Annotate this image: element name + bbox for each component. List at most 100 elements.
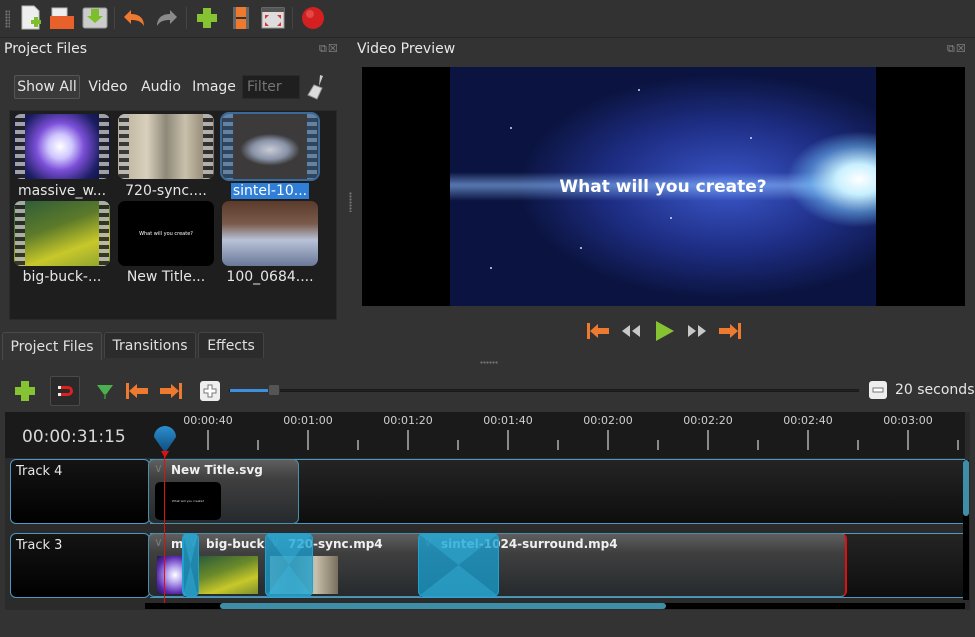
ruler-minor-tick [557,440,559,450]
clear-filter-button[interactable] [306,74,328,104]
jump-start-icon [587,323,609,339]
zoom-in-button[interactable] [200,381,220,401]
project-files-dock-buttons[interactable]: ⧉☒ [319,42,339,56]
file-label[interactable]: 720-sync.... [114,183,218,199]
ruler-major-tick [807,430,809,450]
clip-thumbnail [198,556,258,594]
ruler-minor-tick [957,440,959,450]
clip-menu-icon[interactable]: ∨ [154,461,163,475]
profile-button[interactable] [228,5,254,31]
ruler-label: 00:00:40 [183,414,233,427]
undo-button[interactable] [121,5,147,31]
redo-button[interactable] [154,5,180,31]
new-file-icon [21,5,41,30]
new-project-button[interactable] [18,5,44,31]
file-label[interactable]: massive_w... [10,183,114,199]
undo-icon [124,10,144,26]
track-name: Track 4 [16,464,63,479]
transition[interactable] [182,533,199,597]
ruler-minor-tick [357,440,359,450]
fullscreen-button[interactable] [260,5,286,31]
add-track-button[interactable] [12,378,38,404]
clip-menu-icon[interactable]: ∨ [154,535,163,549]
jump-end-button[interactable] [716,318,744,344]
tab-project-files[interactable]: Project Files [2,332,102,360]
import-files-button[interactable] [194,5,220,31]
playhead-handle[interactable] [153,425,177,463]
timeline-clip[interactable]: ∨ New Title.svg What will you create? [148,459,299,524]
ruler-major-tick [307,430,309,450]
previous-marker-button[interactable] [124,378,150,404]
filter-input[interactable] [242,75,300,99]
folder-open-icon [50,7,74,29]
horizontal-splitter[interactable] [480,361,498,364]
tab-effects[interactable]: Effects [198,332,264,358]
project-files-grid: massive_w... 720-sync.... sintel-10... b… [9,110,337,320]
jump-start-button[interactable] [584,318,612,344]
ruler-minor-tick [857,440,859,450]
ruler-major-tick [507,430,509,450]
video-preview-canvas[interactable]: What will you create? [362,67,965,306]
marker-icon [97,385,113,399]
filter-show-all-button[interactable]: Show All [14,75,80,99]
ruler-major-tick [907,430,909,450]
fast-forward-icon [688,325,706,337]
main-toolbar [0,0,975,38]
ruler-major-tick [707,430,709,450]
ruler-label: 00:01:40 [483,414,533,427]
export-video-button[interactable] [300,5,326,31]
toolbar-grip[interactable] [5,10,10,28]
file-label[interactable]: New Title... [114,269,218,285]
track-header[interactable]: Track 4 [10,459,150,524]
zoom-out-icon [872,387,884,393]
tab-transitions[interactable]: Transitions [104,332,196,358]
file-thumbnail[interactable] [14,201,110,266]
ruler-minor-tick [657,440,659,450]
file-thumbnail[interactable] [118,114,214,179]
ruler-label: 00:02:00 [583,414,633,427]
next-marker-button[interactable] [158,378,184,404]
play-button[interactable] [650,318,678,344]
filter-audio-button[interactable]: Audio [138,75,184,99]
openshot-window: Project Files ⧉☒ Show All Video Audio Im… [0,0,975,637]
panel-splitter[interactable] [349,192,352,212]
zoom-out-button[interactable] [869,381,887,399]
ruler-minor-tick [757,440,759,450]
file-thumbnail[interactable] [222,201,318,266]
ruler-minor-tick [257,440,259,450]
zoom-in-icon [203,384,217,398]
toolbar-separator [292,7,293,29]
file-label-selected[interactable]: sintel-10... [218,183,322,199]
zoom-slider-handle[interactable] [268,384,281,396]
file-thumbnail[interactable]: What will you create? [118,201,214,266]
fullscreen-icon [261,7,285,29]
playhead-line [164,452,165,607]
horizontal-scrollbar-thumb[interactable] [220,603,666,609]
snapping-toggle[interactable] [50,376,80,406]
jump-end-icon [719,323,741,339]
rewind-button[interactable] [617,318,645,344]
plus-icon [197,8,217,28]
open-project-button[interactable] [49,5,75,31]
file-thumbnail-selected[interactable] [220,112,320,181]
ruler-major-tick [607,430,609,450]
add-marker-button[interactable] [92,378,118,404]
transition[interactable] [418,533,499,597]
ruler-label: 00:01:20 [383,414,433,427]
save-project-button[interactable] [82,5,108,31]
video-preview-dock-buttons[interactable]: ⧉☒ [947,42,967,56]
file-label[interactable]: big-buck-... [10,269,114,285]
save-icon [82,7,108,29]
transition[interactable] [265,533,313,597]
vertical-scrollbar-thumb[interactable] [963,460,969,516]
ruler-major-tick [407,430,409,450]
track-header[interactable]: Track 3 [10,533,150,598]
fast-forward-button[interactable] [683,318,711,344]
preview-title-text: What will you create? [559,177,767,197]
file-thumbnail[interactable] [14,114,110,179]
filter-video-button[interactable]: Video [86,75,130,99]
file-label[interactable]: 100_0684.... [218,269,322,285]
zoom-slider-track[interactable] [229,389,859,392]
ruler-minor-tick [457,440,459,450]
filter-image-button[interactable]: Image [192,75,236,99]
